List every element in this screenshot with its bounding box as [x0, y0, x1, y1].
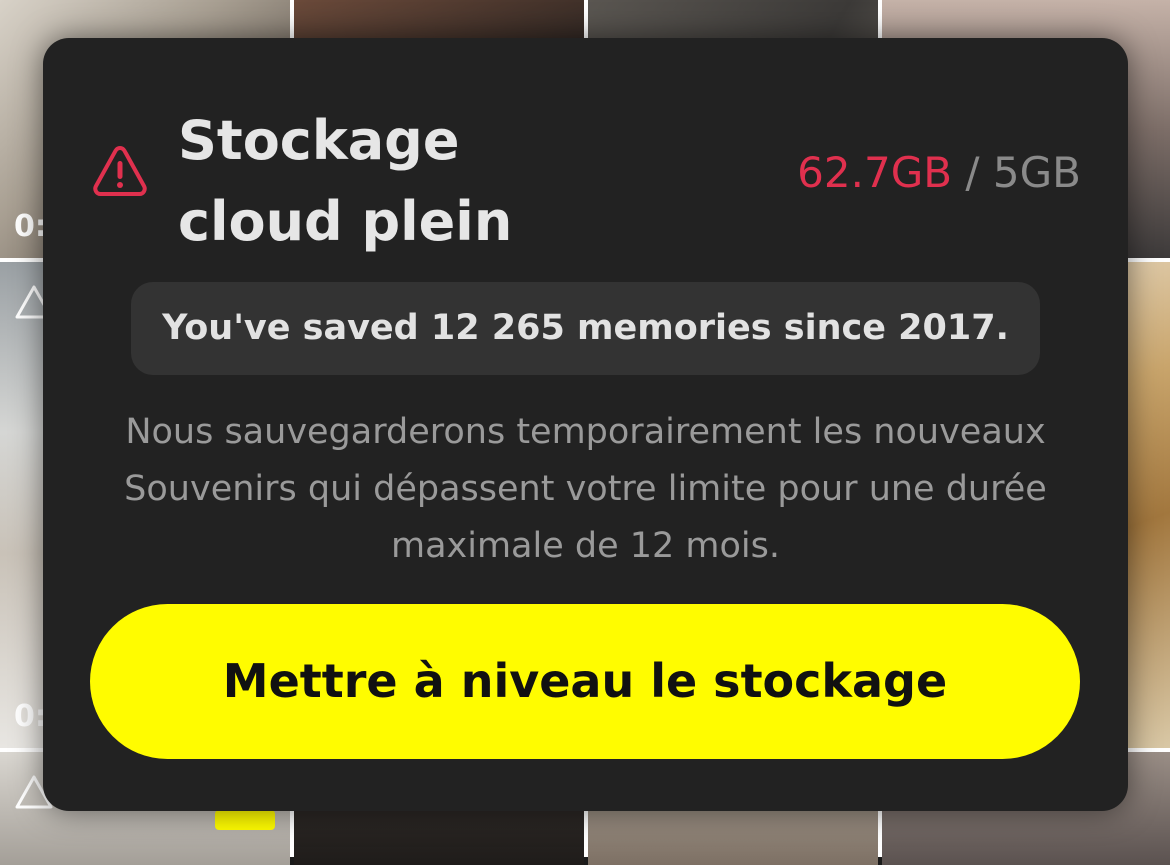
dialog-header: Stockage cloud plein 62.7GB / 5GB — [91, 100, 1081, 253]
storage-full-dialog: Stockage cloud plein 62.7GB / 5GB You've… — [43, 38, 1128, 811]
dialog-description: Nous sauvegarderons temporairement les n… — [124, 412, 1047, 566]
memories-summary: You've saved 12 265 memories since 2017. — [131, 282, 1040, 375]
storage-limit: 5GB — [992, 148, 1081, 197]
video-duration: 0: — [14, 699, 47, 734]
storage-separator: / — [952, 148, 993, 197]
storage-usage: 62.7GB / 5GB — [797, 144, 1081, 202]
video-duration: 0: — [14, 209, 47, 244]
storage-used: 62.7GB — [797, 148, 953, 197]
selection-indicator — [215, 810, 275, 830]
dialog-title: Stockage cloud plein — [178, 109, 513, 253]
upgrade-storage-button[interactable]: Mettre à niveau le stockage — [90, 604, 1080, 759]
warning-triangle-icon — [93, 146, 147, 196]
